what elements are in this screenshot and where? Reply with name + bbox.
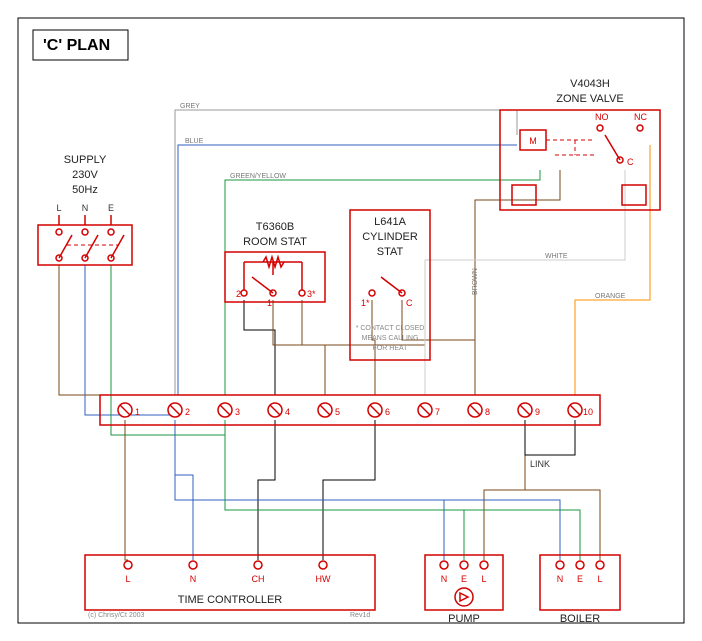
supply-l: L: [56, 203, 61, 213]
boiler-l: L: [597, 574, 602, 584]
supply-freq: 50Hz: [72, 184, 98, 196]
wire-tc-l: [125, 420, 128, 560]
wire-valve-gy: [225, 170, 540, 395]
cylinder-stat-block: L641A CYLINDER STAT 1* C * CONTACT CLOSE…: [350, 210, 430, 360]
tc-ch: CH: [252, 574, 265, 584]
wire-pump-e: [225, 420, 464, 560]
wire-pump-l: [484, 420, 525, 560]
boiler-e: E: [577, 574, 583, 584]
valve-no: NO: [595, 112, 609, 122]
tc-n: N: [190, 574, 197, 584]
wire-supply-l: [59, 265, 125, 395]
cs-note2: MEANS CALLING: [362, 335, 419, 342]
room-stat-type: T6360B: [256, 221, 295, 233]
cs-note1: * CONTACT CLOSED: [356, 325, 425, 332]
wiring-diagram: 'C' PLAN LINK GREY BLUE GREEN/YELLOW BRO…: [0, 0, 702, 641]
wire-label-grey: GREY: [180, 103, 200, 110]
tc-rev: Rev1d: [350, 612, 370, 619]
wire-boiler-e: [464, 510, 580, 560]
wire-rs-2: [244, 300, 275, 395]
wire-supply-n: [85, 265, 175, 415]
valve-c: C: [627, 157, 634, 167]
rs-t1: 1: [267, 298, 272, 308]
strip-t3: 3: [235, 407, 240, 417]
wire-tc-hw: [323, 420, 375, 560]
boiler-block: N E L BOILER: [540, 555, 620, 625]
valve-type: V4043H: [570, 78, 610, 90]
strip-t6: 6: [385, 407, 390, 417]
supply-label: SUPPLY: [64, 154, 107, 166]
tc-l: L: [125, 574, 130, 584]
valve-m: M: [529, 136, 537, 146]
tc-copyright: (c) Chrisy/Ct 2003: [88, 612, 145, 619]
valve-nc: NC: [634, 112, 647, 122]
title-label: 'C' PLAN: [43, 37, 110, 54]
room-stat-label: ROOM STAT: [243, 236, 307, 248]
zone-valve-block: V4043H ZONE VALVE M NO NC C: [500, 78, 660, 210]
strip-terminals: 1 2 3 4 5 6 7 8 9 10: [118, 403, 593, 417]
cs-note3: FOR HEAT: [373, 345, 409, 352]
rs-t2: 2: [236, 289, 241, 299]
pump-l: L: [481, 574, 486, 584]
wire-label-gy: GREEN/YELLOW: [230, 173, 286, 180]
wire-valve-blue: [178, 145, 517, 395]
wire-rs-1: [273, 300, 325, 395]
wire-tc-ch: [258, 420, 275, 560]
tc-hw: HW: [316, 574, 331, 584]
strip-t1: 1: [135, 407, 140, 417]
supply-voltage: 230V: [72, 169, 98, 181]
supply-block: SUPPLY 230V 50Hz L N E: [38, 154, 132, 265]
cyl-stat-type: L641A: [374, 216, 406, 228]
cyl-stat-label2: STAT: [377, 246, 404, 258]
wire-label-brown: BROWN: [472, 268, 479, 295]
strip-t8: 8: [485, 407, 490, 417]
cs-t1: 1*: [361, 298, 370, 308]
cyl-stat-label: CYLINDER: [362, 231, 418, 243]
supply-e: E: [108, 203, 114, 213]
wire-boiler-n: [444, 500, 560, 560]
valve-label: ZONE VALVE: [556, 93, 623, 105]
room-stat-block: T6360B ROOM STAT 2 1 3*: [225, 221, 325, 308]
wire-pump-n: [175, 420, 444, 560]
wire-valve-orange: [575, 145, 650, 395]
cs-tc: C: [406, 298, 413, 308]
tc-label: TIME CONTROLLER: [178, 594, 283, 606]
strip-t5: 5: [335, 407, 340, 417]
rs-t3: 3*: [307, 289, 316, 299]
strip-t9: 9: [535, 407, 540, 417]
wire-label-blue: BLUE: [185, 138, 204, 145]
pump-label: PUMP: [448, 613, 480, 625]
strip-t2: 2: [185, 407, 190, 417]
boiler-label: BOILER: [560, 613, 600, 625]
wire-valve-white: [425, 170, 625, 395]
wire-cs-c: [402, 300, 475, 395]
strip-t10: 10: [583, 407, 593, 417]
strip-t7: 7: [435, 407, 440, 417]
diagram-border: [18, 18, 684, 623]
wire-label-orange: ORANGE: [595, 293, 626, 300]
strip-t4: 4: [285, 407, 290, 417]
pump-block: N E L PUMP: [425, 555, 503, 625]
link-label: LINK: [530, 459, 550, 469]
wire-valve-brown: [475, 170, 560, 395]
wire-label-white: WHITE: [545, 253, 568, 260]
wire-tc-n: [175, 420, 193, 560]
valve-body: [500, 110, 660, 210]
time-controller-block: L N CH HW TIME CONTROLLER (c) Chrisy/Ct …: [85, 555, 375, 619]
pump-e: E: [461, 574, 467, 584]
boiler-n: N: [557, 574, 564, 584]
supply-n: N: [82, 203, 89, 213]
pump-n: N: [441, 574, 448, 584]
